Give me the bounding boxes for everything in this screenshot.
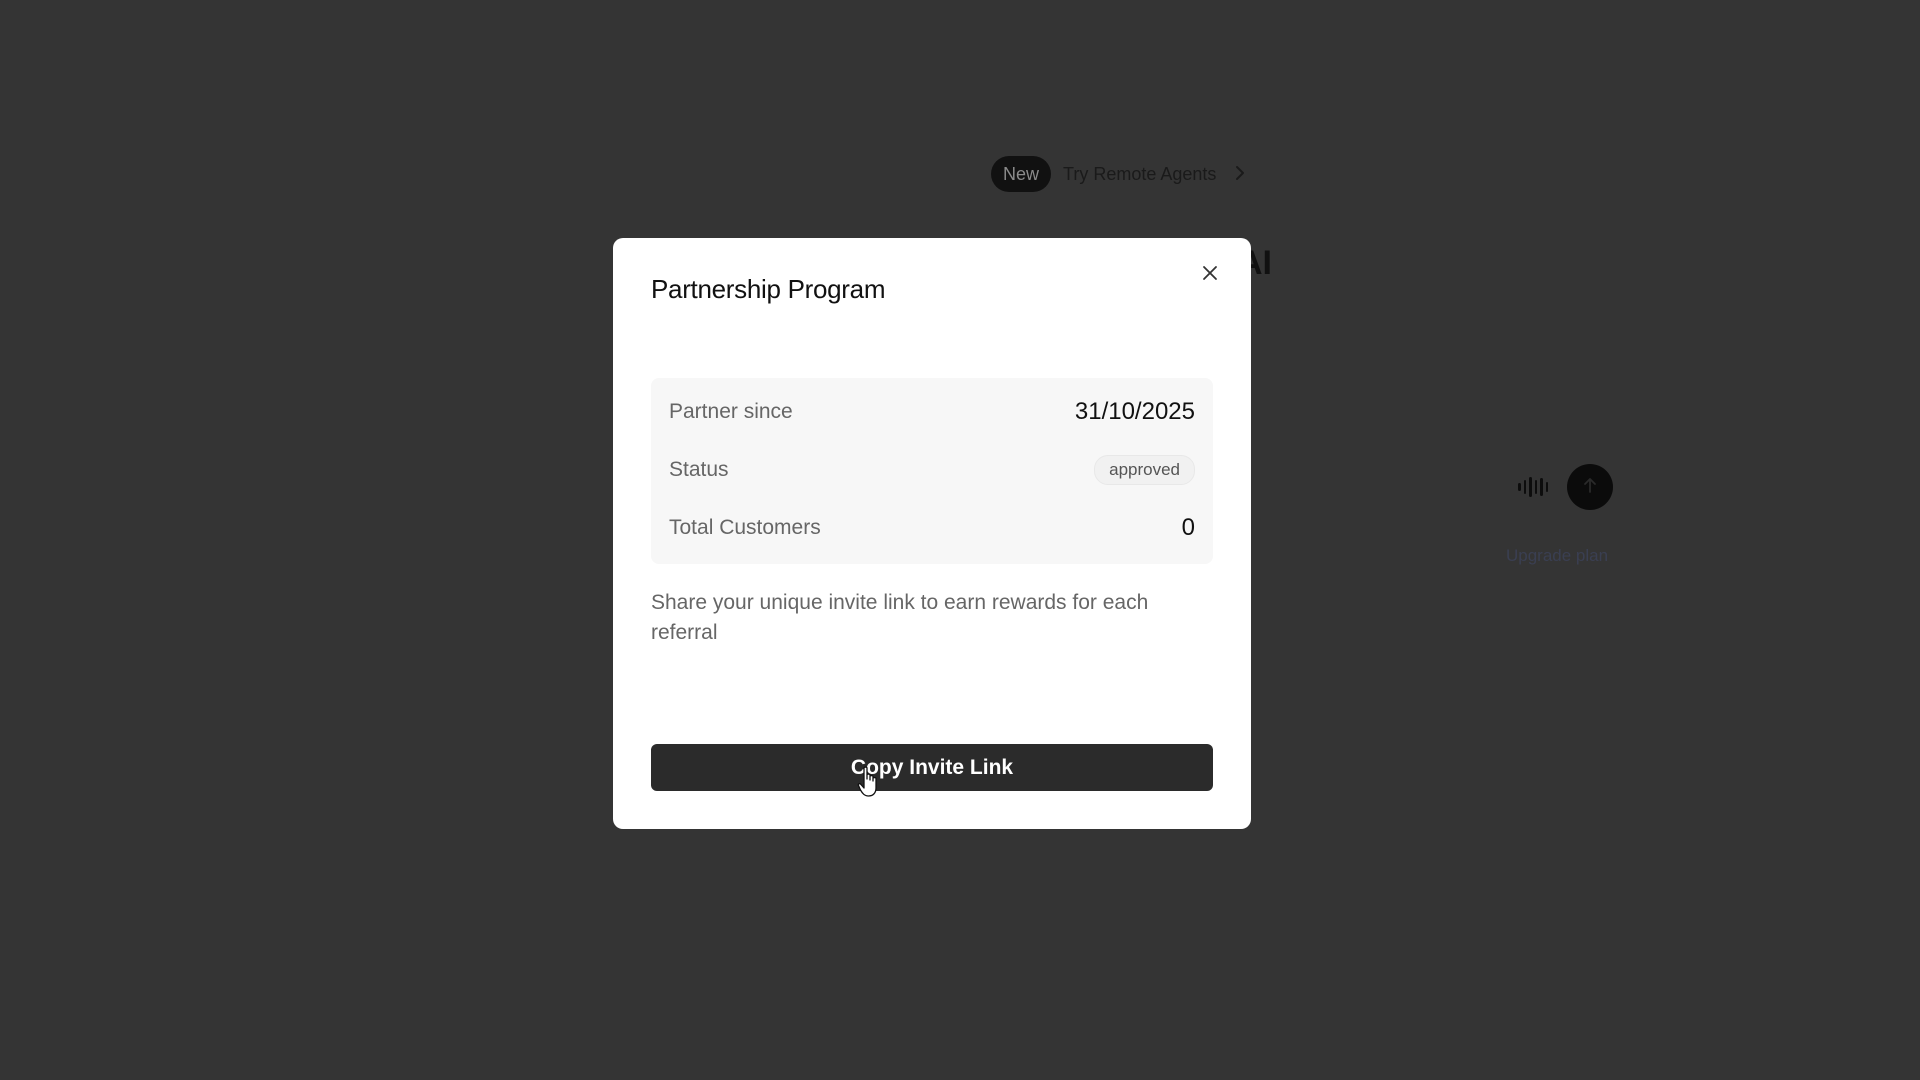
close-icon bbox=[1201, 264, 1219, 287]
partner-since-value: 31/10/2025 bbox=[1074, 398, 1195, 425]
new-badge: New bbox=[991, 156, 1052, 192]
total-customers-label: Total Customers bbox=[669, 516, 821, 539]
chevron-right-icon bbox=[1234, 161, 1246, 187]
partner-since-row: Partner since 31/10/2025 bbox=[669, 392, 1195, 432]
close-button[interactable] bbox=[1198, 263, 1222, 287]
status-label: Status bbox=[669, 458, 729, 481]
partnership-modal: Partnership Program Partner since 31/10/… bbox=[613, 238, 1251, 829]
waveform-icon[interactable] bbox=[1518, 476, 1548, 498]
partner-since-label: Partner since bbox=[669, 400, 793, 423]
modal-title: Partnership Program bbox=[651, 274, 886, 304]
invite-description: Share your unique invite link to earn re… bbox=[651, 591, 1149, 644]
announcement-bar[interactable]: New Try Remote Agents bbox=[991, 156, 1246, 192]
page: New Try Remote Agents AI Upgrade plan Pa… bbox=[0, 0, 1920, 1080]
arrow-up-icon bbox=[1582, 476, 1598, 499]
send-button[interactable] bbox=[1567, 464, 1613, 510]
total-customers-value: 0 bbox=[1181, 514, 1195, 541]
announcement-link[interactable]: Try Remote Agents bbox=[1063, 164, 1216, 185]
copy-invite-link-button[interactable]: Copy Invite Link bbox=[651, 744, 1213, 791]
upgrade-plan-link[interactable]: Upgrade plan bbox=[1506, 546, 1608, 566]
status-row: Status approved bbox=[669, 450, 1195, 490]
total-customers-row: Total Customers 0 bbox=[669, 508, 1195, 548]
partner-info-card: Partner since 31/10/2025 Status approved… bbox=[651, 378, 1213, 564]
status-badge: approved bbox=[1094, 455, 1195, 485]
